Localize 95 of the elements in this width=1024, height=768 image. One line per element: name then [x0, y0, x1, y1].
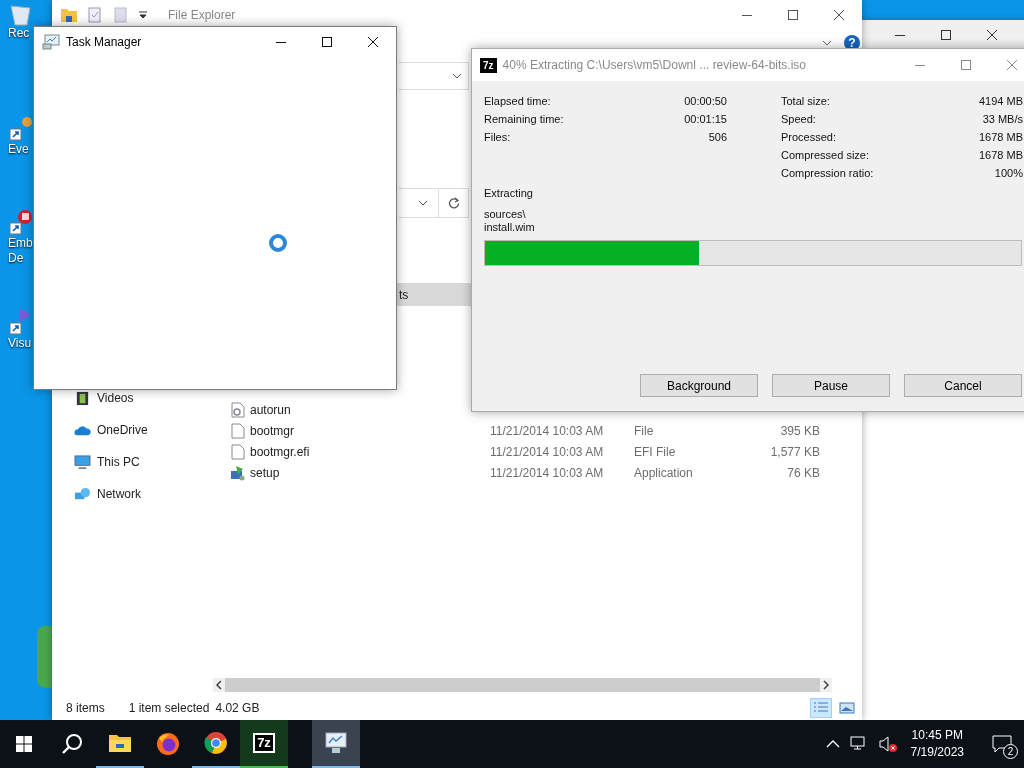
- file-type: File: [634, 423, 655, 438]
- recycle-bin-icon[interactable]: [8, 4, 32, 26]
- browser-icon: [204, 731, 228, 755]
- scrollbar-thumb[interactable]: [225, 678, 820, 692]
- image-icon: [839, 701, 855, 715]
- item-count: 8 items: [66, 701, 105, 715]
- dropdown-icon[interactable]: [138, 10, 148, 20]
- stat-label: Compressed size:: [781, 149, 870, 161]
- shortcut-icon[interactable]: [8, 306, 32, 336]
- monitor-icon: [74, 455, 91, 470]
- operation-label: Extracting: [484, 186, 534, 201]
- refresh-icon: [447, 197, 460, 209]
- file-size: 395 KB: [779, 423, 820, 438]
- stat-value: 100%: [994, 167, 1023, 179]
- dialog-button[interactable]: Cancel: [904, 374, 1022, 397]
- maximize-icon: [941, 30, 951, 40]
- file-name[interactable]: setup: [250, 465, 490, 480]
- clock-time[interactable]: 10:45 PM: [911, 727, 963, 744]
- search-icon: [61, 733, 83, 755]
- stat-label: Remaining time:: [484, 113, 564, 125]
- window-title: 40% Extracting C:\Users\vm5\Downl ... review-64-bits.iso: [502, 58, 806, 72]
- stat-value: 1678 MB: [978, 149, 1023, 161]
- message-icon: [992, 735, 1012, 753]
- clock-date[interactable]: 7/19/2023: [910, 744, 964, 761]
- nav-item[interactable]: This PC: [52, 455, 212, 487]
- stat-label: Total size:: [781, 95, 830, 107]
- current-file: install.wim: [484, 221, 536, 234]
- file-icon: [230, 443, 246, 460]
- nav-item[interactable]: Network: [52, 487, 212, 519]
- stat-value: 33 MB/s: [982, 113, 1023, 125]
- stat-value: 00:00:50: [684, 95, 727, 107]
- modified-date: 11/21/2014 10:03 AM: [490, 423, 605, 438]
- network-icon: [74, 487, 91, 502]
- list-icon: [813, 701, 829, 715]
- stat-value: 506: [708, 131, 727, 143]
- maximize-icon: [961, 60, 971, 70]
- chevron-down-icon[interactable]: [418, 200, 428, 206]
- task-manager-icon: [323, 732, 349, 754]
- scroll-left-icon[interactable]: [213, 680, 225, 690]
- stat-label: Files:: [484, 131, 511, 143]
- maximize-icon: [788, 10, 798, 20]
- close-icon: [1007, 60, 1017, 70]
- selection-size: 4.02 GB: [215, 701, 260, 715]
- stat-label: Speed:: [781, 113, 816, 125]
- close-icon: [834, 10, 844, 20]
- file-name[interactable]: bootmgr.efi: [250, 444, 490, 459]
- task-manager-icon: [42, 34, 60, 50]
- loading-spinner-icon: [268, 233, 288, 253]
- file-icon: [230, 422, 246, 439]
- network-icon[interactable]: [849, 736, 868, 752]
- close-icon: [987, 30, 997, 40]
- maximize-icon: [322, 37, 332, 47]
- installer-icon: [230, 464, 246, 481]
- stat-value: 00:01:15: [684, 113, 727, 125]
- stat-value: 4194 MB: [978, 95, 1023, 107]
- selection-info: 1 item selected: [128, 701, 210, 715]
- stat-label: Elapsed time:: [484, 95, 551, 107]
- cloud-icon: [74, 423, 91, 438]
- muted-volume-icon[interactable]: [877, 735, 898, 753]
- file-type: Application: [634, 465, 694, 480]
- task-manager-taskbar-button[interactable]: [312, 720, 360, 768]
- file-size: 76 KB: [786, 465, 820, 480]
- archiver-logo: 7z: [480, 57, 497, 73]
- scroll-right-icon[interactable]: [820, 680, 832, 690]
- path-field[interactable]: [399, 188, 439, 218]
- window-title: Task Manager: [66, 35, 142, 49]
- refresh-button[interactable]: [439, 188, 469, 218]
- stat-label: Processed:: [781, 131, 837, 143]
- close-icon: [368, 37, 378, 47]
- settings-file-icon: [230, 401, 246, 418]
- file-name[interactable]: bootmgr: [250, 423, 490, 438]
- app-tile-icon[interactable]: [37, 626, 52, 688]
- dialog-button[interactable]: Background: [640, 374, 758, 397]
- current-folder: sources\: [484, 208, 527, 221]
- folder-icon[interactable]: [60, 7, 78, 23]
- dialog-button[interactable]: Pause: [772, 374, 890, 397]
- windows-logo-icon: [16, 736, 32, 752]
- folder-icon: [108, 733, 132, 753]
- stat-value: 1678 MB: [978, 131, 1023, 143]
- window-title: File Explorer: [168, 8, 236, 22]
- modified-date: 11/21/2014 10:03 AM: [490, 465, 605, 480]
- nav-item[interactable]: OneDrive: [52, 423, 212, 455]
- film-icon: [74, 391, 91, 406]
- file-size: 1,577 KB: [769, 444, 820, 459]
- expand-ribbon-icon[interactable]: [822, 40, 832, 46]
- stat-label: Compression ratio:: [781, 167, 874, 179]
- notification-button[interactable]: 2: [980, 720, 1024, 768]
- nav-item[interactable]: Videos: [52, 391, 212, 423]
- archiver-taskbar-button[interactable]: 7z: [240, 720, 288, 768]
- chevron-down-icon[interactable]: [452, 73, 462, 79]
- modified-date: 11/21/2014 10:03 AM: [490, 444, 605, 459]
- chevron-up-icon[interactable]: [825, 739, 840, 749]
- address-field[interactable]: [399, 62, 469, 90]
- browser-icon: [156, 732, 180, 756]
- file-type: EFI File: [634, 444, 677, 459]
